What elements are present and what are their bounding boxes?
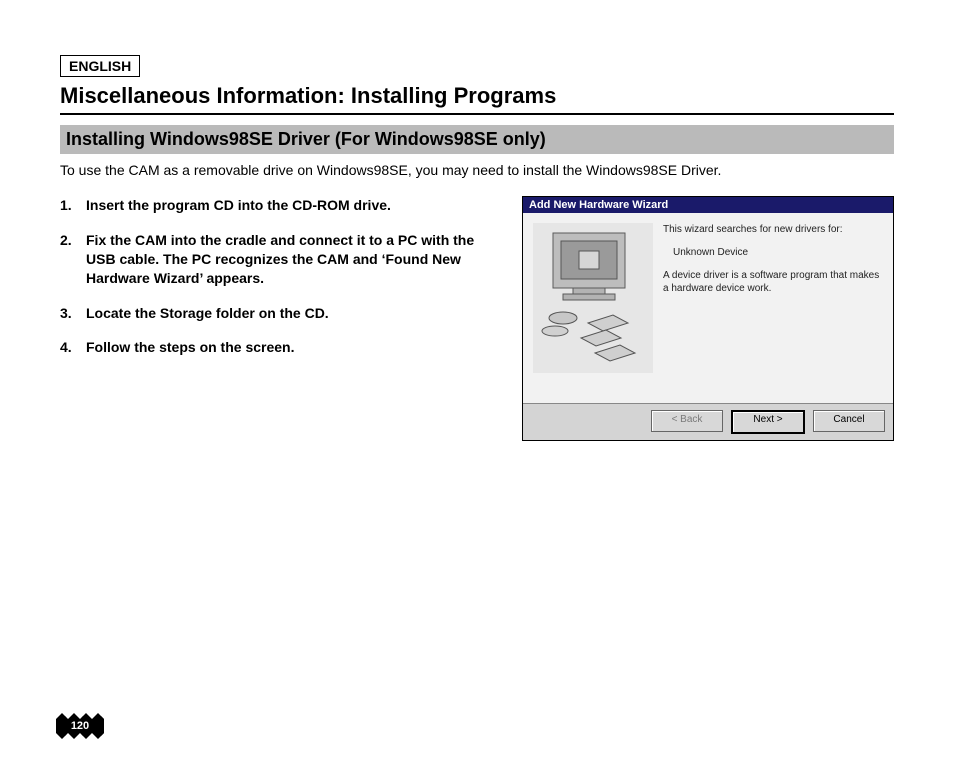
cancel-button[interactable]: Cancel [813,410,885,432]
dialog-body-text: This wizard searches for new drivers for… [663,223,883,393]
step-text: Fix the CAM into the cradle and connect … [86,231,502,288]
step-text: Locate the Storage folder on the CD. [86,304,329,323]
section-title: Installing Windows98SE Driver (For Windo… [60,125,894,154]
steps-list: 1. Insert the program CD into the CD-ROM… [60,196,522,373]
dialog-footer: < Back Next > Cancel [523,403,893,440]
back-button: < Back [651,410,723,432]
step-item: 3. Locate the Storage folder on the CD. [60,304,502,323]
page-number-badge: 120 [56,709,104,743]
step-item: 1. Insert the program CD into the CD-ROM… [60,196,502,215]
step-number: 1. [60,196,86,215]
step-text: Insert the program CD into the CD-ROM dr… [86,196,391,215]
language-badge: ENGLISH [60,55,140,77]
dialog-line2: A device driver is a software program th… [663,269,883,295]
wizard-computer-icon [533,223,653,373]
wizard-dialog: Add New Hardware Wizard [522,196,894,441]
dialog-title: Add New Hardware Wizard [523,197,893,213]
step-number: 4. [60,338,86,357]
intro-text: To use the CAM as a removable drive on W… [60,162,894,178]
page-number: 120 [56,720,104,732]
dialog-line1: This wizard searches for new drivers for… [663,223,883,236]
step-item: 2. Fix the CAM into the cradle and conne… [60,231,502,288]
next-button[interactable]: Next > [731,410,805,434]
page-title: Miscellaneous Information: Installing Pr… [60,83,894,115]
step-number: 2. [60,231,86,288]
step-item: 4. Follow the steps on the screen. [60,338,502,357]
dialog-device-name: Unknown Device [673,246,883,259]
step-number: 3. [60,304,86,323]
step-text: Follow the steps on the screen. [86,338,294,357]
